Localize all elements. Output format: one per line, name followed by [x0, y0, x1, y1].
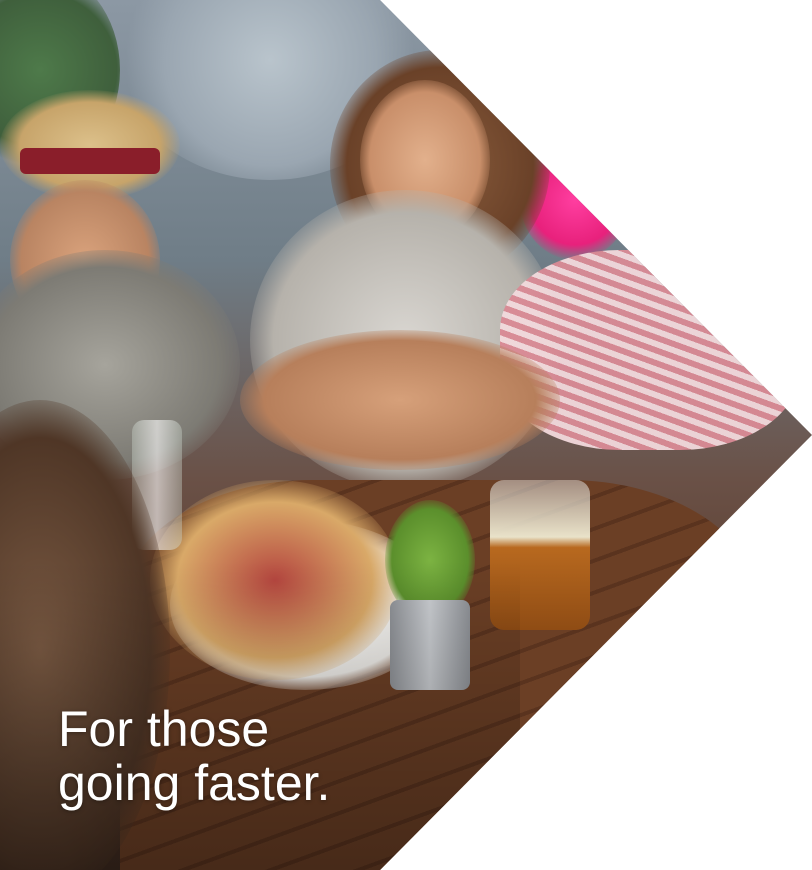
reaching-arm: [240, 330, 560, 470]
hero-banner: For those going faster.: [0, 0, 812, 870]
tagline-heading: For those going faster.: [58, 702, 378, 810]
tagline-line-2: going faster.: [58, 755, 331, 811]
hat-band: [20, 148, 160, 174]
tagline-line-1: For those: [58, 701, 270, 757]
